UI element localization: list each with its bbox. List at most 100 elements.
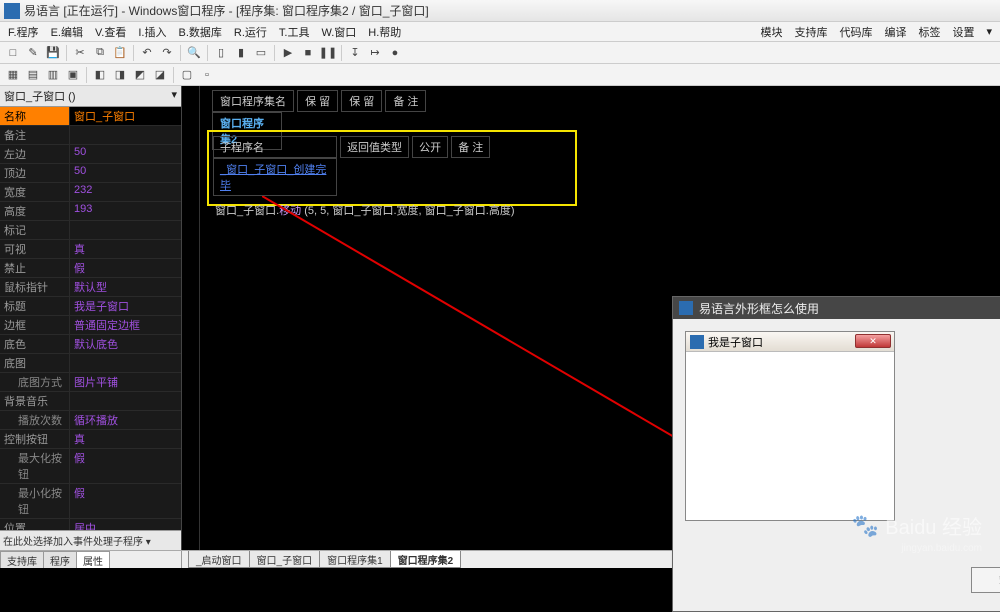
property-value[interactable]: 循环播放	[70, 411, 181, 429]
tb-redo-icon[interactable]: ↷	[158, 44, 176, 62]
property-row[interactable]: 播放次数循环播放	[0, 411, 181, 430]
menu-window[interactable]: W.窗口	[315, 24, 362, 40]
property-value[interactable]: 232	[70, 183, 181, 201]
tb-open-icon[interactable]: ✎	[24, 44, 42, 62]
child-close-button[interactable]: ✕	[855, 334, 891, 348]
property-panel-title[interactable]: 窗口_子窗口 () ▾	[0, 86, 181, 107]
property-row[interactable]: 控制按钮真	[0, 430, 181, 449]
tb-run-icon[interactable]: ▶	[279, 44, 297, 62]
tb-step-icon[interactable]: ↧	[346, 44, 364, 62]
menu-support[interactable]: 支持库	[788, 24, 833, 40]
editor-tab-3[interactable]: 窗口程序集2	[390, 551, 462, 568]
property-row[interactable]: 鼠标指针默认型	[0, 278, 181, 297]
tb-break-icon[interactable]: ●	[386, 44, 404, 62]
property-value[interactable]: 默认底色	[70, 335, 181, 353]
property-value[interactable]	[70, 221, 181, 239]
editor-tab-2[interactable]: 窗口程序集1	[319, 551, 391, 568]
menu-dropdown-icon[interactable]: ▾	[980, 25, 998, 38]
property-value[interactable]: 50	[70, 145, 181, 163]
menu-compile[interactable]: 编译	[878, 24, 912, 40]
load-button[interactable]: 载入	[971, 567, 1000, 593]
property-row[interactable]: 备注	[0, 126, 181, 145]
menu-run[interactable]: R.运行	[228, 24, 273, 40]
left-tab-properties[interactable]: 属性	[76, 551, 110, 568]
property-row[interactable]: 顶边50	[0, 164, 181, 183]
property-row[interactable]: 底图方式图片平铺	[0, 373, 181, 392]
property-footer[interactable]: 在此处选择加入事件处理子程序 ▾	[0, 530, 181, 550]
property-value[interactable]: 我是子窗口	[70, 297, 181, 315]
property-value[interactable]: 193	[70, 202, 181, 220]
menu-tags[interactable]: 标签	[912, 24, 946, 40]
property-row[interactable]: 可视真	[0, 240, 181, 259]
property-row[interactable]: 标题我是子窗口	[0, 297, 181, 316]
menu-view[interactable]: V.查看	[89, 24, 132, 40]
tb2-e-icon[interactable]: ◧	[91, 66, 109, 84]
menu-settings[interactable]: 设置	[946, 24, 980, 40]
tb-find-icon[interactable]: 🔍	[185, 44, 203, 62]
tb2-i-icon[interactable]: ▢	[178, 66, 196, 84]
property-value[interactable]: 普通固定边框	[70, 316, 181, 334]
property-value[interactable]: 真	[70, 240, 181, 258]
property-row[interactable]: 最小化按钮假	[0, 484, 181, 519]
property-value[interactable]: 假	[70, 449, 181, 483]
property-value[interactable]	[70, 126, 181, 144]
property-row[interactable]: 底色默认底色	[0, 335, 181, 354]
tb2-f-icon[interactable]: ◨	[111, 66, 129, 84]
tb-pause-icon[interactable]: ❚❚	[319, 44, 337, 62]
left-tab-program[interactable]: 程序	[43, 551, 77, 568]
property-value[interactable]: 窗口_子窗口	[70, 107, 181, 125]
menu-module[interactable]: 模块	[754, 24, 788, 40]
subroutine-name[interactable]: _窗口_子窗口_创建完毕	[213, 158, 337, 196]
editor-tab-1[interactable]: 窗口_子窗口	[249, 551, 321, 568]
code-line[interactable]: 窗口_子窗口.移动 (5, 5, 窗口_子窗口.宽度, 窗口_子窗口.高度)	[213, 202, 571, 218]
child-titlebar[interactable]: 我是子窗口 ✕	[686, 332, 894, 352]
tb2-a-icon[interactable]: ▦	[4, 66, 22, 84]
property-value[interactable]: 假	[70, 259, 181, 277]
menu-database[interactable]: B.数据库	[172, 24, 227, 40]
property-value[interactable]	[70, 392, 181, 410]
tb-copy-icon[interactable]: ⧉	[91, 44, 109, 62]
menu-edit[interactable]: E.编辑	[45, 24, 89, 40]
left-tab-support[interactable]: 支持库	[0, 551, 44, 568]
tb-new-icon[interactable]: □	[4, 44, 22, 62]
tb-align2-icon[interactable]: ▮	[232, 44, 250, 62]
property-row[interactable]: 背景音乐	[0, 392, 181, 411]
property-row[interactable]: 禁止假	[0, 259, 181, 278]
menu-tools[interactable]: T.工具	[273, 24, 316, 40]
preview-titlebar[interactable]: 易语言外形框怎么使用 ✕	[673, 297, 1000, 319]
tb2-c-icon[interactable]: ▥	[44, 66, 62, 84]
dropdown-icon[interactable]: ▾	[171, 88, 177, 104]
menu-codelib[interactable]: 代码库	[833, 24, 878, 40]
tb-align1-icon[interactable]: ▯	[212, 44, 230, 62]
property-row[interactable]: 左边50	[0, 145, 181, 164]
property-row[interactable]: 最大化按钮假	[0, 449, 181, 484]
tb-undo-icon[interactable]: ↶	[138, 44, 156, 62]
property-value[interactable]: 假	[70, 484, 181, 518]
tb-paste-icon[interactable]: 📋	[111, 44, 129, 62]
tb2-b-icon[interactable]: ▤	[24, 66, 42, 84]
property-row[interactable]: 标记	[0, 221, 181, 240]
tb-align3-icon[interactable]: ▭	[252, 44, 270, 62]
editor-tab-0[interactable]: _启动窗口	[188, 551, 250, 568]
tb2-h-icon[interactable]: ◪	[151, 66, 169, 84]
tb-stop-icon[interactable]: ■	[299, 44, 317, 62]
property-value[interactable]: 默认型	[70, 278, 181, 296]
property-row[interactable]: 名称窗口_子窗口	[0, 107, 181, 126]
property-row[interactable]: 边框普通固定边框	[0, 316, 181, 335]
property-value[interactable]: 居中	[70, 519, 181, 530]
property-value[interactable]	[70, 354, 181, 372]
tb-stepover-icon[interactable]: ↦	[366, 44, 384, 62]
tb-cut-icon[interactable]: ✂	[71, 44, 89, 62]
property-row[interactable]: 宽度232	[0, 183, 181, 202]
property-value[interactable]: 50	[70, 164, 181, 182]
menu-program[interactable]: F.程序	[2, 24, 45, 40]
property-row[interactable]: 底图	[0, 354, 181, 373]
child-window[interactable]: 我是子窗口 ✕	[685, 331, 895, 521]
tb2-g-icon[interactable]: ◩	[131, 66, 149, 84]
property-value[interactable]: 真	[70, 430, 181, 448]
tb-save-icon[interactable]: 💾	[44, 44, 62, 62]
property-row[interactable]: 高度193	[0, 202, 181, 221]
tb2-d-icon[interactable]: ▣	[64, 66, 82, 84]
property-row[interactable]: 位置居中	[0, 519, 181, 530]
menu-help[interactable]: H.帮助	[362, 24, 407, 40]
